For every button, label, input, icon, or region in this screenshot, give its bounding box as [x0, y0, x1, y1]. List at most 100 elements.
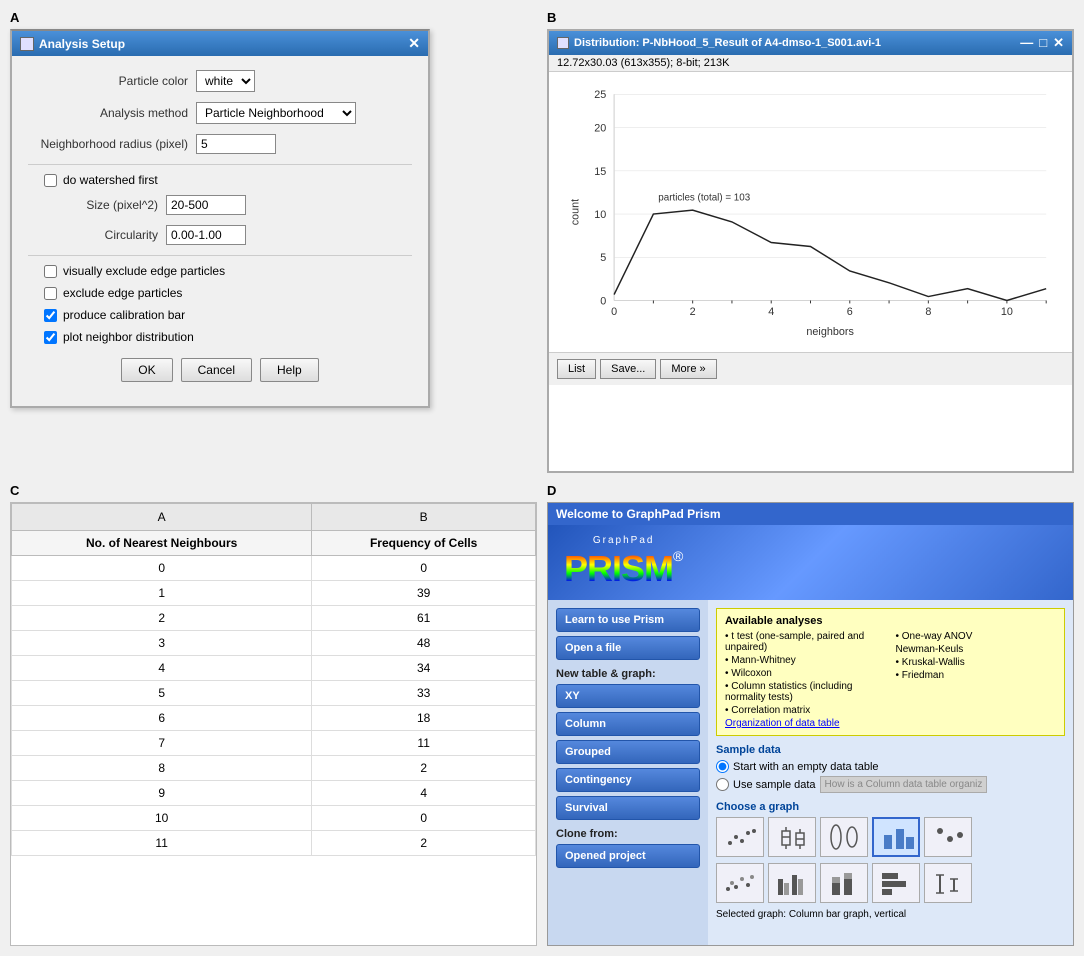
chart-title: Distribution: P-NbHood_5_Result of A4-dm…	[574, 37, 881, 49]
more-button[interactable]: More »	[660, 359, 716, 379]
table-row: 139	[12, 581, 536, 606]
analysis-item-1: • t test (one-sample, paired and unpaire…	[725, 631, 886, 653]
cell-freq-5: 33	[312, 681, 536, 706]
learn-prism-button[interactable]: Learn to use Prism	[556, 608, 700, 632]
cell-nn-4: 4	[12, 656, 312, 681]
distribution-chart: 0 5 10 15 20 25 0 2 4 6 8 10 count ne	[565, 82, 1056, 352]
neighborhood-radius-input[interactable]	[196, 134, 276, 154]
table-row: 112	[12, 831, 536, 856]
list-button[interactable]: List	[557, 359, 596, 379]
svg-text:6: 6	[847, 306, 853, 318]
graph-icon-violin[interactable]	[820, 817, 868, 857]
graph-icon-bar-vertical[interactable]	[872, 817, 920, 857]
analysis-item-8: • Kruskal-Wallis	[896, 657, 1057, 668]
cell-nn-11: 11	[12, 831, 312, 856]
exclude-edge-checkbox[interactable]	[44, 287, 57, 300]
prism-header: GraphPad PRISM ®	[548, 525, 1073, 600]
help-button[interactable]: Help	[260, 358, 319, 382]
prism-titlebar: Welcome to GraphPad Prism	[548, 503, 1073, 525]
analysis-item-2: • Mann-Whitney	[725, 655, 886, 666]
neighborhood-radius-label: Neighborhood radius (pixel)	[28, 137, 188, 151]
cell-freq-11: 2	[312, 831, 536, 856]
cell-freq-9: 4	[312, 781, 536, 806]
table-row: 100	[12, 806, 536, 831]
cell-nn-3: 3	[12, 631, 312, 656]
size-label: Size (pixel^2)	[68, 198, 158, 212]
chart-close-icon[interactable]: ✕	[1053, 35, 1064, 51]
graph-icon-multi-scatter[interactable]	[716, 863, 764, 903]
chart-title-icon	[557, 37, 569, 49]
prism-content: Available analyses • t test (one-sample,…	[708, 600, 1073, 946]
plot-neighbor-checkbox[interactable]	[44, 331, 57, 344]
maximize-icon[interactable]: □	[1039, 35, 1047, 51]
graph-icon-horizontal-bar[interactable]	[872, 863, 920, 903]
survival-button[interactable]: Survival	[556, 796, 700, 820]
analysis-item-5: • Correlation matrix	[725, 705, 886, 716]
choose-graph-section: Choose a graph	[716, 801, 1065, 920]
org-link[interactable]: Organization of data table	[725, 718, 1056, 729]
open-file-button[interactable]: Open a file	[556, 636, 700, 660]
prism-body: Learn to use Prism Open a file New table…	[548, 600, 1073, 946]
data-table: A B No. of Nearest Neighbours Frequency …	[11, 503, 536, 856]
cancel-button[interactable]: Cancel	[181, 358, 252, 382]
panel-b-label: B	[547, 10, 1074, 25]
col-a-header: A	[12, 504, 312, 531]
exclude-edge-label: exclude edge particles	[63, 286, 182, 300]
table-row: 00	[12, 556, 536, 581]
graph-icon-box[interactable]	[768, 817, 816, 857]
how-link[interactable]: How is a Column data table organiz	[820, 776, 988, 793]
graph-icon-scatter[interactable]	[716, 817, 764, 857]
graph-icon-grouped-bar[interactable]	[768, 863, 816, 903]
analysis-item-6: • One-way ANOV	[896, 631, 1057, 642]
radio-sample[interactable]	[716, 778, 729, 791]
prism-logo-area: GraphPad PRISM ®	[564, 535, 683, 590]
new-table-label: New table & graph:	[556, 668, 700, 680]
particle-color-select[interactable]: white	[196, 70, 255, 92]
svg-text:25: 25	[594, 89, 606, 101]
table-row: 94	[12, 781, 536, 806]
analysis-item-3: • Wilcoxon	[725, 668, 886, 679]
grouped-button[interactable]: Grouped	[556, 740, 700, 764]
cell-freq-6: 18	[312, 706, 536, 731]
chart-toolbar: List Save... More »	[549, 352, 1072, 385]
watershed-label: do watershed first	[63, 173, 158, 187]
ok-button[interactable]: OK	[121, 358, 172, 382]
analyses-col-1: • t test (one-sample, paired and unpaire…	[725, 631, 886, 718]
graph-icon-scatter2[interactable]	[924, 817, 972, 857]
analysis-item-7: Newman-Keuls	[896, 644, 1057, 655]
cell-freq-3: 48	[312, 631, 536, 656]
radio-sample-label: Use sample data	[733, 779, 816, 791]
cell-freq-2: 61	[312, 606, 536, 631]
table-row: 348	[12, 631, 536, 656]
panel-a-label: A	[10, 10, 537, 25]
panel-c-label: C	[10, 483, 537, 498]
choose-graph-title: Choose a graph	[716, 801, 1065, 813]
opened-project-button[interactable]: Opened project	[556, 844, 700, 868]
circularity-input[interactable]	[166, 225, 246, 245]
calibration-bar-checkbox[interactable]	[44, 309, 57, 322]
graphpad-text: GraphPad	[593, 535, 655, 546]
prism-reg-mark: ®	[673, 548, 683, 564]
minimize-icon[interactable]: —	[1020, 35, 1033, 51]
prism-logo-text: PRISM	[564, 548, 673, 590]
radio-empty[interactable]	[716, 760, 729, 773]
size-input[interactable]	[166, 195, 246, 215]
svg-text:10: 10	[1001, 306, 1013, 318]
contingency-button[interactable]: Contingency	[556, 768, 700, 792]
distribution-window: Distribution: P-NbHood_5_Result of A4-dm…	[547, 29, 1074, 473]
column-button[interactable]: Column	[556, 712, 700, 736]
table-row: 261	[12, 606, 536, 631]
graph-icon-error-bar[interactable]	[924, 863, 972, 903]
analysis-method-select[interactable]: Particle Neighborhood	[196, 102, 356, 124]
close-icon[interactable]: ✕	[408, 35, 420, 52]
cell-nn-8: 8	[12, 756, 312, 781]
visually-exclude-checkbox[interactable]	[44, 265, 57, 278]
panel-d-label: D	[547, 483, 1074, 498]
available-analyses-box: Available analyses • t test (one-sample,…	[716, 608, 1065, 736]
watershed-checkbox[interactable]	[44, 174, 57, 187]
xy-button[interactable]: XY	[556, 684, 700, 708]
graph-icon-stacked[interactable]	[820, 863, 868, 903]
table-row: 533	[12, 681, 536, 706]
save-button[interactable]: Save...	[600, 359, 656, 379]
cell-nn-1: 1	[12, 581, 312, 606]
